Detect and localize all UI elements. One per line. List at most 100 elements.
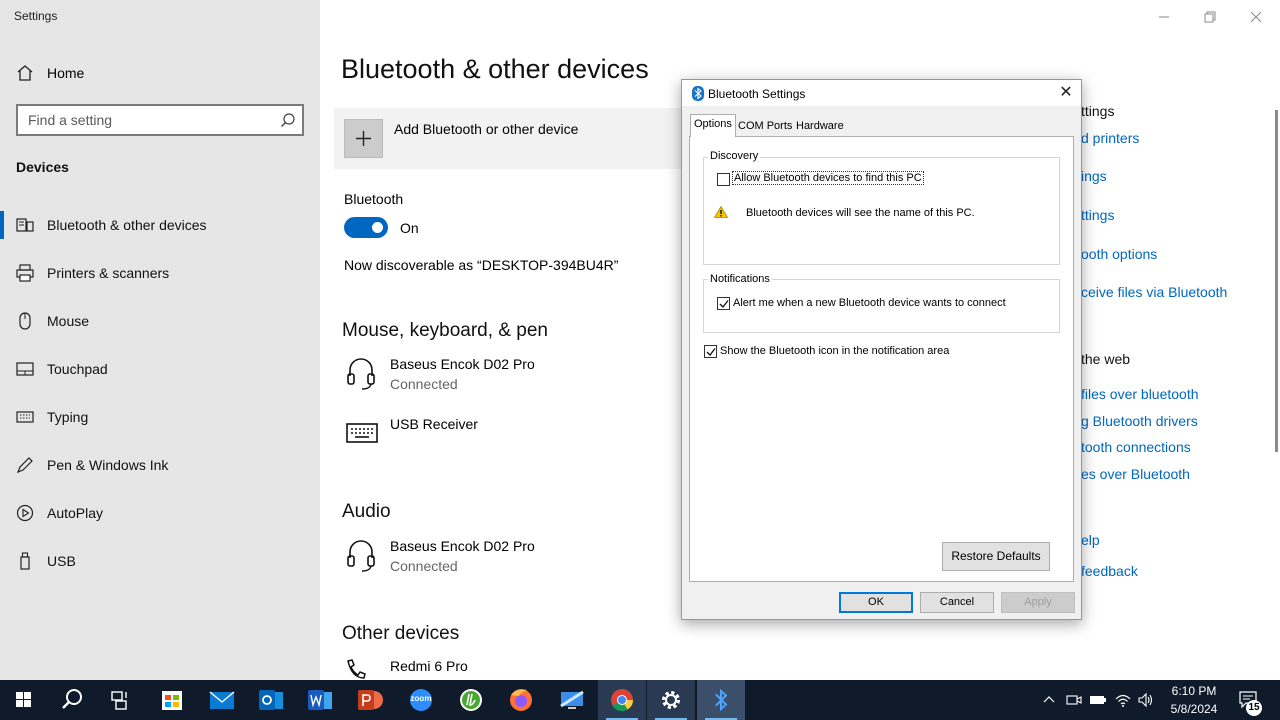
taskbar: zoom 6:10 PM 5/8/2024 15 (0, 680, 1280, 720)
bluetooth-toggle[interactable] (344, 217, 388, 238)
app-title: Settings (14, 9, 58, 23)
task-view-icon[interactable] (96, 680, 144, 720)
sidebar-item-label: Touchpad (47, 361, 108, 377)
device-name: Baseus Encok D02 Pro (390, 538, 535, 554)
search-icon[interactable] (280, 112, 296, 133)
sidebar-item-mouse[interactable]: Mouse (0, 299, 320, 343)
show-icon-checkbox[interactable] (704, 345, 717, 358)
device-item[interactable]: Baseus Encok D02 Pro Connected (344, 354, 674, 398)
outlook-icon[interactable] (247, 680, 295, 720)
wifi-icon[interactable] (1114, 691, 1132, 714)
device-status: Connected (390, 376, 458, 392)
word-icon[interactable] (296, 680, 344, 720)
device-name: Baseus Encok D02 Pro (390, 356, 535, 372)
cancel-button[interactable]: Cancel (920, 592, 994, 613)
meet-now-icon[interactable] (1066, 692, 1082, 713)
sidebar-item-printers[interactable]: Printers & scanners (0, 251, 320, 295)
tab-options[interactable]: Options (690, 114, 736, 137)
device-name: USB Receiver (390, 416, 478, 432)
allow-discovery-checkbox[interactable] (717, 173, 730, 186)
sidebar-item-label: Bluetooth & other devices (47, 217, 207, 233)
mail-icon[interactable] (198, 680, 246, 720)
search-input[interactable]: Find a setting (16, 104, 304, 136)
zoom-icon[interactable]: zoom (397, 680, 445, 720)
warning-text: Bluetooth devices will see the name of t… (746, 207, 975, 219)
tab-hardware[interactable]: Hardware (793, 117, 847, 137)
bluetooth-icon[interactable] (697, 680, 745, 720)
sidebar-item-typing[interactable]: Typing (0, 395, 320, 439)
sidebar-item-bluetooth[interactable]: Bluetooth & other devices (0, 203, 320, 247)
chevron-up-icon[interactable] (1042, 693, 1056, 712)
alert-checkbox[interactable] (717, 297, 730, 310)
add-icon (344, 119, 383, 158)
device-status: Connected (390, 558, 458, 574)
minimize-button[interactable] (1154, 8, 1174, 26)
sidebar-item-pen[interactable]: Pen & Windows Ink (0, 443, 320, 487)
show-icon-label[interactable]: Show the Bluetooth icon in the notificat… (720, 345, 949, 357)
sidebar-item-label: Typing (47, 409, 89, 425)
add-device-button[interactable]: Add Bluetooth or other device (334, 108, 684, 169)
related-link[interactable]: ceive files via Bluetooth (1081, 284, 1227, 300)
battery-icon[interactable] (1089, 692, 1107, 713)
autoplay-icon (16, 504, 34, 522)
settings-icon[interactable] (647, 680, 695, 720)
chrome-icon[interactable] (598, 680, 646, 720)
sidebar-item-usb[interactable]: USB (0, 539, 320, 583)
sidebar-item-autoplay[interactable]: AutoPlay (0, 491, 320, 535)
touchpad-icon (16, 360, 34, 378)
bluetooth-settings-dialog: Bluetooth Settings ✕ Options COM Ports H… (681, 79, 1082, 620)
clock-time[interactable]: 6:10 PM (1164, 684, 1224, 698)
ok-button[interactable]: OK (839, 592, 913, 613)
related-link[interactable]: elp (1081, 532, 1100, 548)
device-item[interactable]: Redmi 6 Pro (344, 656, 674, 680)
sidebar-item-touchpad[interactable]: Touchpad (0, 347, 320, 391)
related-link[interactable]: ttings (1081, 207, 1114, 223)
scrollbar[interactable] (1275, 110, 1278, 452)
related-link[interactable]: ooth options (1081, 246, 1157, 262)
volume-icon[interactable] (1137, 691, 1155, 714)
related-link[interactable]: tooth connections (1081, 439, 1191, 455)
related-link[interactable]: es over Bluetooth (1081, 466, 1190, 482)
dialog-body: Options COM Ports Hardware Discovery All… (682, 106, 1081, 619)
close-button[interactable] (1246, 8, 1266, 26)
restore-defaults-button[interactable]: Restore Defaults (942, 542, 1050, 571)
alert-label[interactable]: Alert me when a new Bluetooth device wan… (733, 297, 1006, 309)
related-link[interactable]: g Bluetooth drivers (1081, 413, 1198, 429)
restore-button[interactable] (1200, 8, 1220, 26)
sidebar-item-label: Pen & Windows Ink (47, 457, 169, 473)
tab-panel: Discovery Allow Bluetooth devices to fin… (689, 136, 1074, 582)
related-link[interactable]: feedback (1081, 563, 1138, 579)
clock-date[interactable]: 5/8/2024 (1164, 702, 1224, 716)
headset-icon (346, 356, 376, 395)
discovery-group-title: Discovery (708, 150, 761, 162)
tab-com-ports[interactable]: COM Ports (735, 117, 795, 137)
sidebar-item-home[interactable]: Home (0, 56, 320, 90)
search-icon[interactable] (48, 680, 96, 720)
device-item[interactable]: USB Receiver (344, 414, 674, 450)
related-heading: ttings (1081, 103, 1115, 119)
usb-icon (16, 552, 34, 570)
printer-icon (16, 264, 34, 282)
close-icon[interactable]: ✕ (1056, 84, 1076, 104)
apply-button[interactable]: Apply (1001, 592, 1075, 613)
related-link[interactable]: ings (1081, 168, 1107, 184)
device-name: Redmi 6 Pro (390, 658, 468, 674)
device-item[interactable]: Baseus Encok D02 Pro Connected (344, 536, 674, 580)
dialog-title: Bluetooth Settings (708, 87, 806, 101)
utorrent-icon[interactable] (447, 680, 495, 720)
related-link[interactable]: d printers (1081, 130, 1139, 146)
store-icon[interactable] (148, 680, 196, 720)
sidebar-item-label: USB (47, 553, 76, 569)
allow-discovery-label[interactable]: Allow Bluetooth devices to find this PC (732, 171, 924, 185)
search-placeholder: Find a setting (28, 112, 113, 128)
related-heading: the web (1081, 351, 1131, 367)
start-icon[interactable] (0, 680, 48, 720)
firefox-icon[interactable] (497, 680, 545, 720)
notification-count-badge: 15 (1246, 700, 1262, 716)
sidebar-item-label: Printers & scanners (47, 265, 170, 281)
related-link[interactable]: files over bluetooth (1081, 386, 1199, 402)
sidebar-item-label: AutoPlay (47, 505, 104, 521)
sidebar: Settings Home Find a setting Devices Blu… (0, 0, 320, 680)
powerpoint-icon[interactable] (346, 680, 394, 720)
remote-desktop-icon[interactable] (548, 680, 596, 720)
